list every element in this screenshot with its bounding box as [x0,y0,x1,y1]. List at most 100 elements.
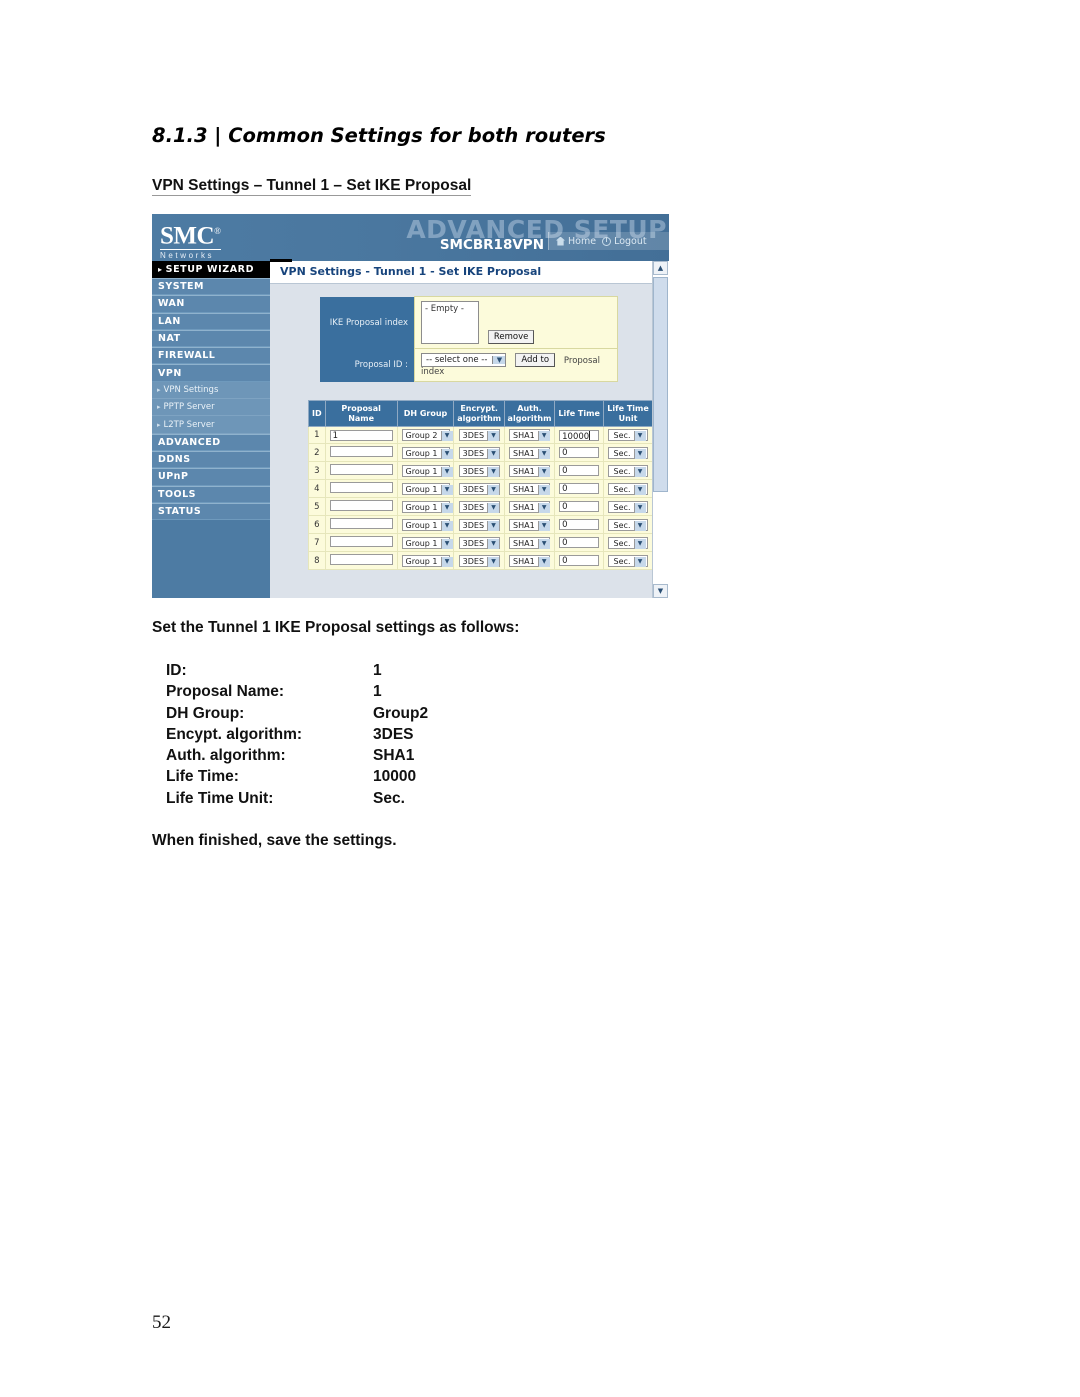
sidebar-item-system[interactable]: SYSTEM [152,278,270,296]
dh-group-select[interactable]: Group 1 ▼ [401,446,453,459]
encrypt-algorithm-select[interactable]: 3DES ▼ [458,500,500,513]
life-time-input[interactable]: 0 [559,447,600,458]
proposal-name-input[interactable] [329,500,393,511]
sidebar-item-status[interactable]: STATUS [152,502,270,521]
dh-group-select-value: Group 1 [405,538,438,548]
sidebar-item-l2tp-server[interactable]: ▸ L2TP Server [152,416,270,434]
life-time-input[interactable]: 0 [559,519,600,530]
nav-logout-button[interactable]: Logout [602,236,647,247]
settings-row: Encypt. algorithm: 3DES [166,726,428,747]
add-to-button[interactable]: Add to [515,353,556,367]
life-time-input[interactable]: 0 [559,465,600,476]
dh-group-select[interactable]: Group 1 ▼ [401,482,453,495]
encrypt-algorithm-select[interactable]: 3DES ▼ [458,446,500,459]
dh-group-select[interactable]: Group 2 ▼ [401,429,453,441]
life-time-unit-select[interactable]: Sec. ▼ [608,554,649,567]
proposal-name-input[interactable] [329,482,393,493]
proposal-id-select[interactable]: -- select one -- ▼ [421,353,507,367]
proposal-index-listbox[interactable]: - Empty - [421,301,479,344]
sidebar-item-advanced[interactable]: ADVANCED [152,433,270,451]
cell-life-time: 0 [554,443,605,462]
home-icon [556,236,565,246]
sidebar-item-upnp[interactable]: UPnP [152,468,270,486]
life-time-unit-select[interactable]: Sec. ▼ [608,464,649,477]
cell-dh-group: Group 1 ▼ [396,533,455,552]
cell-proposal-name: 1 [324,426,398,444]
cell-encrypt-algorithm: 3DES ▼ [453,497,505,516]
chevron-down-icon: ▼ [537,431,550,441]
dh-group-select[interactable]: Group 1 ▼ [401,536,453,549]
dh-group-select[interactable]: Group 1 ▼ [401,518,453,531]
scrollbar-thumb[interactable] [653,277,668,492]
auth-algorithm-select[interactable]: SHA1 ▼ [509,429,550,441]
life-time-input[interactable]: 10000 [559,429,600,442]
auth-algorithm-select[interactable]: SHA1 ▼ [509,446,550,459]
remove-button[interactable]: Remove [487,330,535,344]
life-time-input[interactable]: 0 [559,483,600,494]
sidebar-item-ddns[interactable]: DDNS [152,450,270,469]
proposal-name-input[interactable] [329,464,393,475]
auth-algorithm-select[interactable]: SHA1 ▼ [509,554,550,567]
encrypt-algorithm-select[interactable]: 3DES ▼ [458,536,500,549]
cell-auth-algorithm: SHA1 ▼ [503,515,556,534]
life-time-input[interactable]: 0 [559,537,600,548]
scrollbar-track[interactable] [653,493,668,583]
table-row: 1 1 Group 2 ▼ 3DES ▼ SHA1 ▼ 10000 Sec. ▼ [308,426,653,444]
dh-group-select[interactable]: Group 1 ▼ [401,500,453,513]
nav-home-button[interactable]: Home [556,236,596,247]
sidebar: ▸ SETUP WIZARD SYSTEM WAN LAN NAT FIREWA… [152,261,270,598]
life-time-unit-select[interactable]: Sec. ▼ [608,500,649,513]
proposal-name-input[interactable] [329,518,393,529]
encrypt-algorithm-select[interactable]: 3DES ▼ [458,464,500,477]
life-time-unit-select[interactable]: Sec. ▼ [608,482,649,495]
life-time-unit-select-value: Sec. [613,466,631,476]
proposal-name-input[interactable]: 1 [329,429,393,441]
scroll-up-button[interactable]: ▲ [653,261,668,275]
chevron-down-icon: ▼ [487,448,500,459]
life-time-input[interactable]: 0 [559,501,600,512]
auth-algorithm-select[interactable]: SHA1 ▼ [509,500,550,513]
sidebar-item-vpn-settings[interactable]: ▸ VPN Settings [152,381,270,400]
life-time-unit-select[interactable]: Sec. ▼ [608,518,649,531]
sidebar-item-pptp-server[interactable]: ▸ PPTP Server [152,399,270,417]
proposal-name-input[interactable] [329,446,393,457]
encrypt-algorithm-select[interactable]: 3DES ▼ [458,518,500,531]
proposal-name-input[interactable] [329,554,393,565]
sidebar-item-setup-wizard[interactable]: ▸ SETUP WIZARD [152,261,270,278]
settings-key: Life Time Unit: [166,789,274,807]
life-time-unit-select[interactable]: Sec. ▼ [608,536,649,549]
sidebar-item-vpn-settings-label: VPN Settings [163,384,219,395]
auth-algorithm-select[interactable]: SHA1 ▼ [509,536,550,549]
cell-dh-group: Group 1 ▼ [396,497,455,516]
auth-algorithm-select[interactable]: SHA1 ▼ [509,482,550,495]
cell-auth-algorithm: SHA1 ▼ [503,479,556,498]
sidebar-item-wan[interactable]: WAN [152,295,270,313]
dh-group-select[interactable]: Group 1 ▼ [401,554,453,567]
section-heading: 8.1.3 | Common Settings for both routers [152,124,606,147]
auth-algorithm-select[interactable]: SHA1 ▼ [509,518,550,531]
sidebar-item-lan[interactable]: LAN [152,312,270,330]
dh-group-select[interactable]: Group 1 ▼ [401,464,453,477]
life-time-unit-select[interactable]: Sec. ▼ [608,429,649,441]
sidebar-item-upnp-label: UPnP [158,471,189,483]
encrypt-algorithm-select[interactable]: 3DES ▼ [458,554,500,567]
life-time-input[interactable]: 0 [559,555,600,566]
auth-algorithm-select-value: SHA1 [513,484,535,494]
sidebar-item-tools[interactable]: TOOLS [152,485,270,503]
sidebar-item-vpn[interactable]: VPN [152,364,270,382]
sidebar-item-setup-wizard-label: SETUP WIZARD [165,264,255,275]
content-scrollbar[interactable]: ▲ ▼ [652,261,669,598]
proposal-name-input[interactable] [329,536,393,547]
auth-algorithm-select[interactable]: SHA1 ▼ [509,464,550,477]
life-time-unit-select[interactable]: Sec. ▼ [608,446,649,459]
scroll-down-button[interactable]: ▼ [653,584,668,598]
smc-wordmark: SMC [160,222,215,250]
sidebar-item-firewall[interactable]: FIREWALL [152,347,270,365]
table-row: 6 Group 1 ▼ 3DES ▼ SHA1 ▼ 0 Sec. ▼ [308,515,653,534]
cell-life-time-unit: Sec. ▼ [603,497,653,516]
encrypt-algorithm-select[interactable]: 3DES ▼ [458,429,500,441]
sidebar-item-nat[interactable]: NAT [152,329,270,348]
chevron-down-icon: ▼ [633,431,646,441]
table-row: 5 Group 1 ▼ 3DES ▼ SHA1 ▼ 0 Sec. ▼ [308,497,653,516]
encrypt-algorithm-select[interactable]: 3DES ▼ [458,482,500,495]
